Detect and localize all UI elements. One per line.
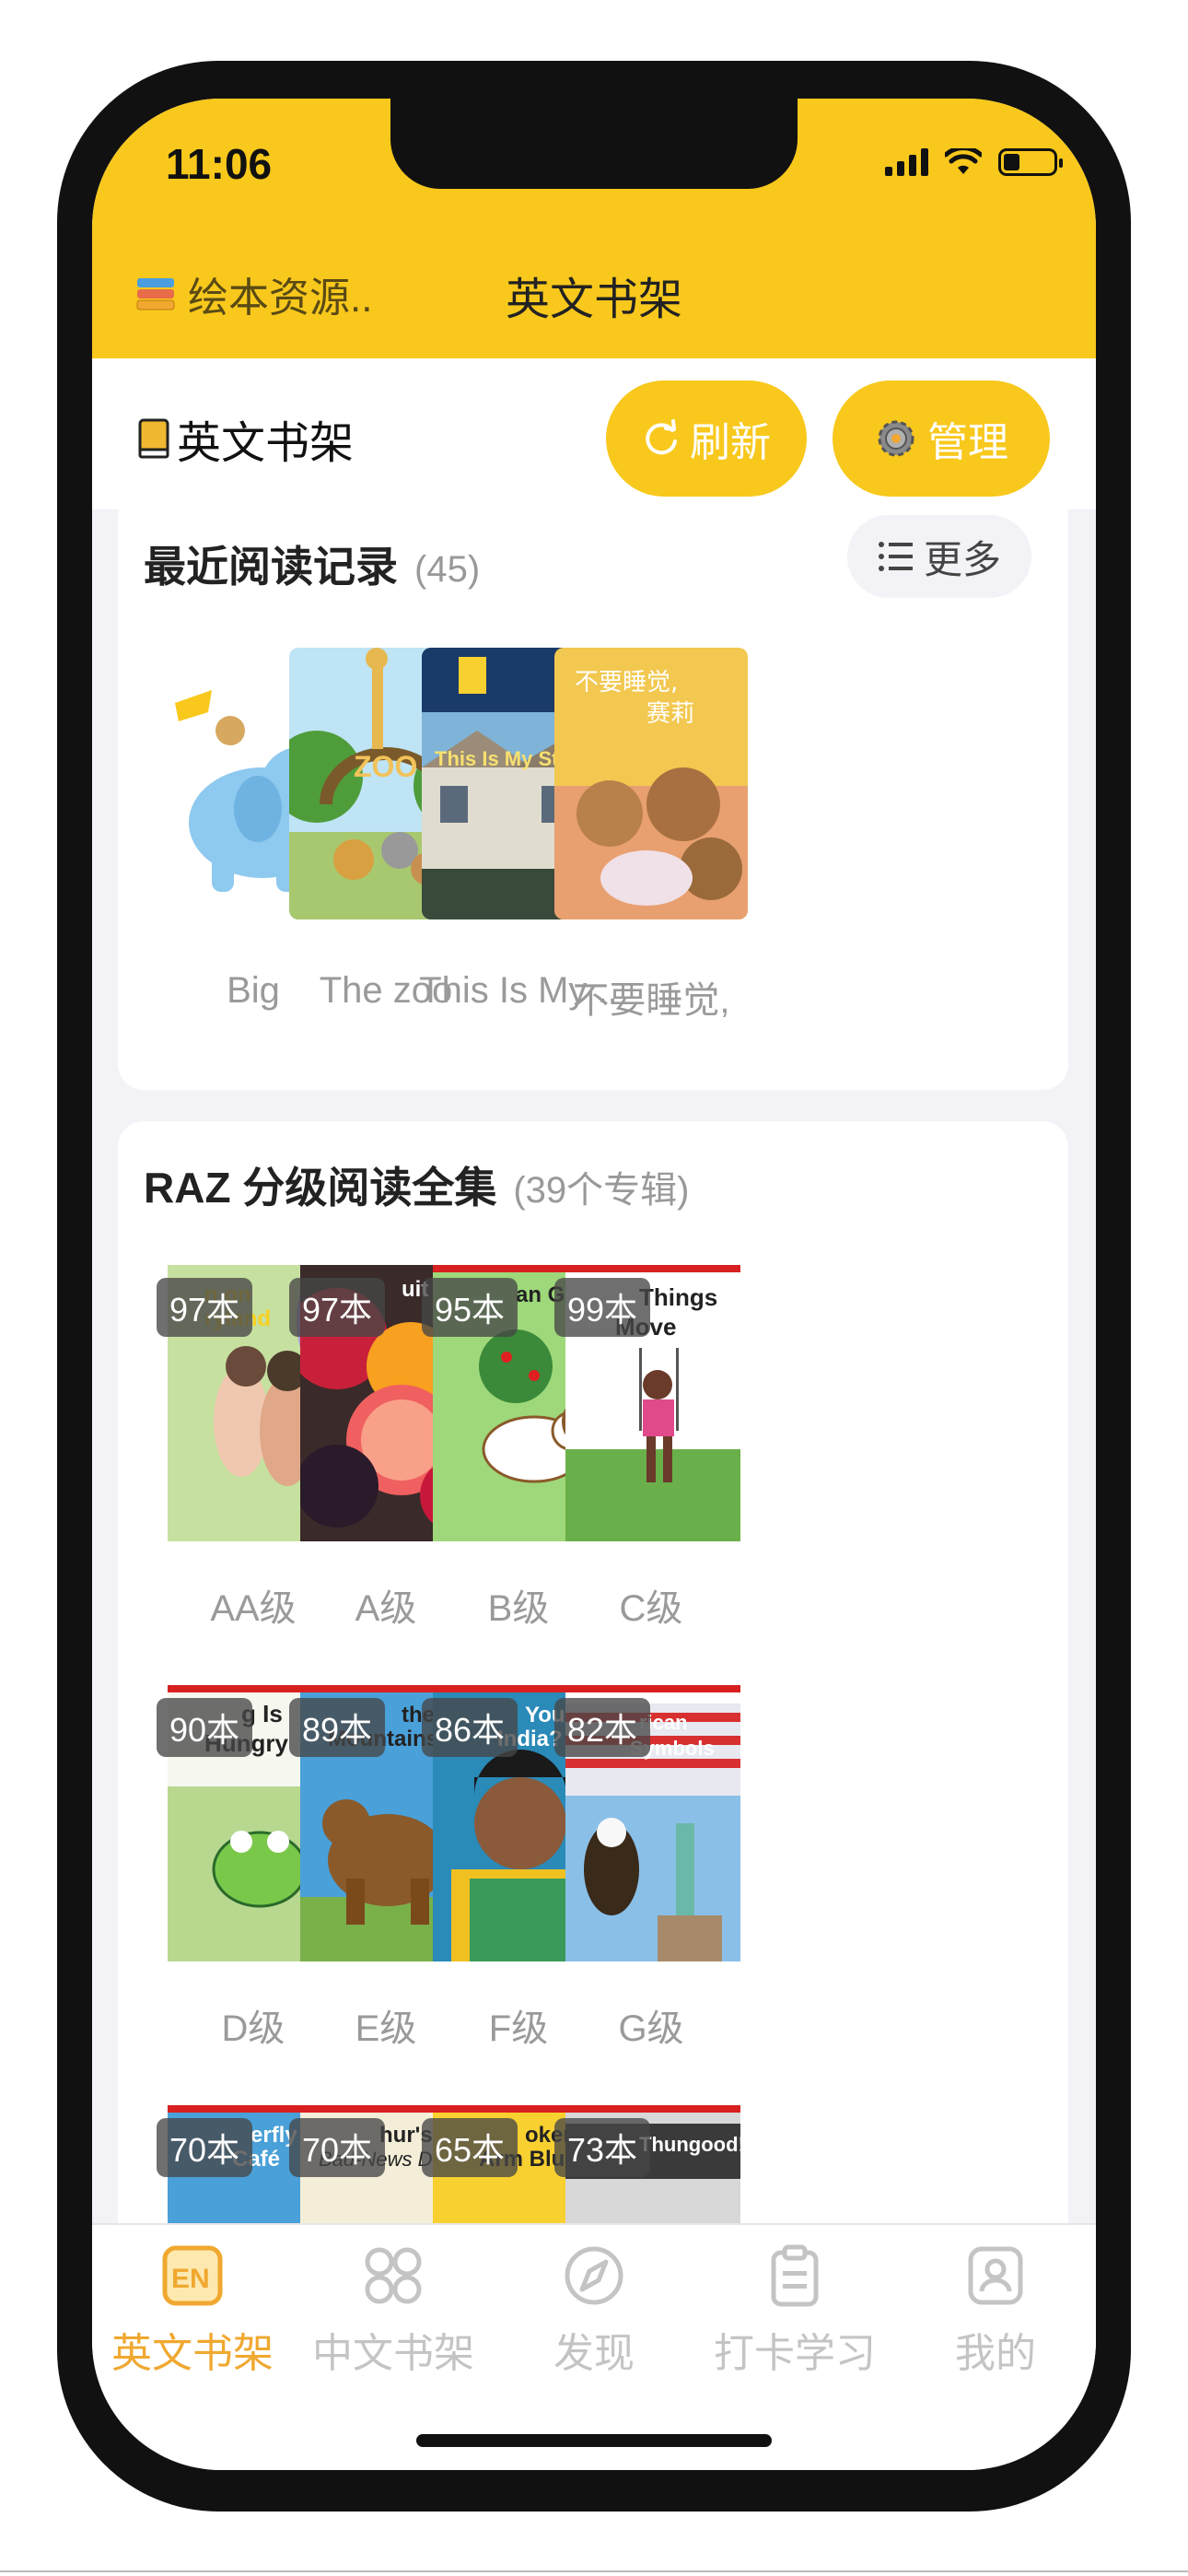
notch — [390, 99, 798, 189]
svg-text:EN: EN — [171, 2264, 210, 2294]
refresh-icon — [646, 419, 677, 455]
manage-button[interactable]: 管理 — [833, 381, 1050, 497]
book-count-badge: 70本 — [157, 2118, 253, 2177]
book-count-badge: 86本 — [422, 1698, 518, 1757]
status-time: 11:06 — [166, 140, 273, 188]
raz-count: (39个专辑) — [513, 1170, 690, 1211]
header: 11:06 绘本资源.. 英文书架 — [92, 99, 1096, 358]
book-cover: 不要睡觉, 赛莉 — [554, 648, 748, 919]
compass-icon — [565, 2246, 623, 2305]
book-title: 不要睡觉, — [572, 980, 730, 1021]
recent-reading-card: 最近阅读记录 (45) 更多 Big ZOO The zoo This Is M… — [118, 509, 1068, 1090]
book-count-badge: 97本 — [157, 1278, 253, 1337]
book-count-badge: 90本 — [157, 1698, 253, 1757]
en-icon: EN — [162, 2245, 223, 2306]
level-item-k[interactable]: Thungood! 73本 — [554, 2105, 748, 2223]
tab-label: 英文书架 — [111, 2331, 274, 2376]
svg-text:ZOO: ZOO — [354, 750, 417, 783]
level-item-c[interactable]: Things Move 99本 C级 — [554, 1265, 748, 1629]
signal-icon — [885, 148, 928, 176]
book-count-badge: 70本 — [289, 2118, 386, 2177]
home-indicator — [416, 2434, 772, 2447]
tab-check-in[interactable]: 打卡学习 — [694, 2243, 895, 2379]
tab-bar: EN 英文书架 中文书架 发现 打卡学习 我的 — [92, 2223, 1096, 2470]
raz-collection-card: RAZ 分级阅读全集 (39个专辑) n on ryland — [118, 1121, 1068, 2223]
wifi-icon — [945, 148, 982, 174]
page-title: 英文书架 — [505, 275, 682, 324]
raz-header: RAZ 分级阅读全集 (39个专辑) — [144, 1154, 689, 1215]
book-count-badge: 97本 — [289, 1278, 386, 1337]
book-count-badge: 99本 — [554, 1278, 651, 1337]
manage-label: 管理 — [927, 420, 1008, 465]
recent-book[interactable]: 不要睡觉, 赛莉 不要睡觉, — [554, 648, 748, 1021]
tab-discover[interactable]: 发现 — [494, 2243, 694, 2379]
tab-english-shelf[interactable]: EN 英文书架 — [92, 2243, 293, 2379]
book-count-badge: 65本 — [422, 2118, 518, 2177]
recent-header: 最近阅读记录 (45) — [144, 533, 480, 594]
recent-count: (45) — [414, 549, 481, 590]
tab-label: 我的 — [955, 2331, 1036, 2376]
svg-text:Thungood!: Thungood! — [639, 2133, 740, 2156]
book-count-badge: 73本 — [554, 2118, 651, 2177]
raz-title: RAZ 分级阅读全集 — [144, 1164, 497, 1212]
book-count-badge: 89本 — [289, 1698, 386, 1757]
app-screen: 11:06 绘本资源.. 英文书架 英文书架 刷新 管理 最近阅读记录 (45)… — [92, 99, 1096, 2470]
book-count-badge: 82本 — [554, 1698, 651, 1757]
refresh-button[interactable]: 刷新 — [606, 381, 807, 497]
svg-text:不要睡觉,: 不要睡觉, — [575, 669, 678, 697]
more-button[interactable]: 更多 — [847, 515, 1031, 598]
shelf-title: 英文书架 — [177, 419, 355, 468]
grid-icon — [365, 2247, 422, 2304]
book-count-badge: 95本 — [422, 1278, 518, 1337]
divider — [0, 2570, 1188, 2572]
recent-title: 最近阅读记录 — [144, 543, 398, 591]
level-label: G级 — [618, 2008, 684, 2049]
tab-chinese-shelf[interactable]: 中文书架 — [293, 2243, 494, 2379]
profile-icon — [968, 2246, 1023, 2305]
tab-me[interactable]: 我的 — [895, 2243, 1096, 2379]
refresh-label: 刷新 — [690, 420, 771, 465]
content-scroll[interactable]: 最近阅读记录 (45) 更多 Big ZOO The zoo This Is M… — [92, 509, 1096, 2223]
tab-label: 打卡学习 — [714, 2331, 876, 2376]
book-icon — [138, 418, 169, 459]
battery-icon — [998, 148, 1063, 176]
more-label: 更多 — [923, 537, 1001, 581]
tab-label: 中文书架 — [312, 2331, 474, 2376]
svg-text:Things: Things — [639, 1283, 717, 1311]
clipboard-icon — [771, 2244, 819, 2307]
list-icon — [878, 542, 913, 571]
svg-text:赛莉: 赛莉 — [646, 700, 694, 728]
level-label: C级 — [619, 1588, 683, 1629]
level-item-g[interactable]: rican Symbols 82本 G级 — [554, 1685, 748, 2049]
status-icons — [885, 148, 1063, 176]
shelf-heading: 英文书架 — [136, 406, 354, 471]
toolbar: 英文书架 刷新 管理 — [92, 358, 1096, 509]
gear-icon — [878, 420, 914, 457]
tab-label: 发现 — [553, 2331, 635, 2376]
